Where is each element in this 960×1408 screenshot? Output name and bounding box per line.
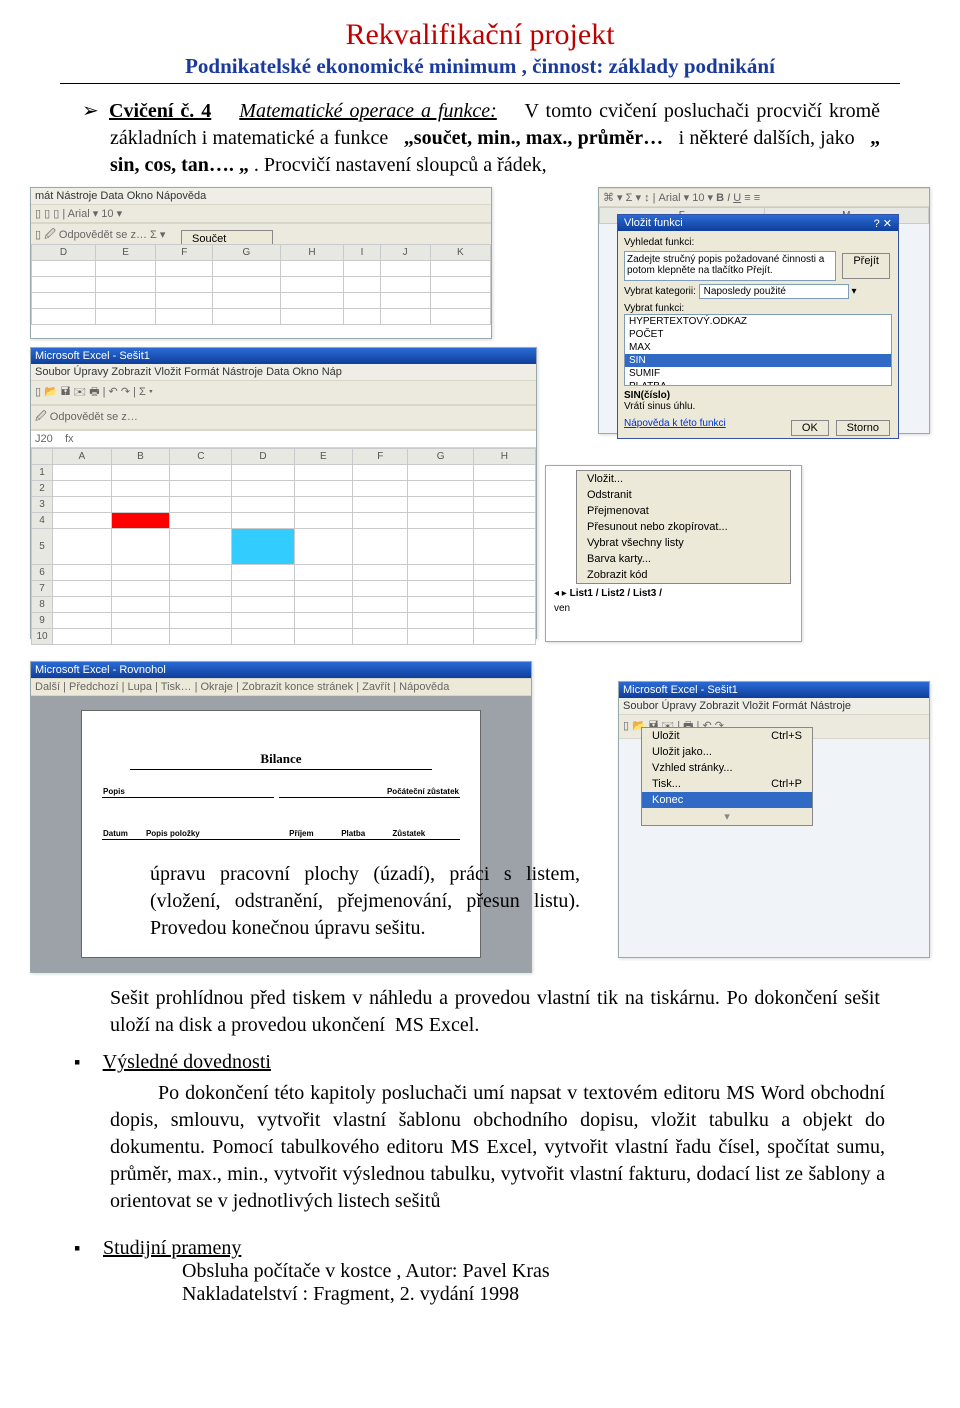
exercise-text3: . Procvičí nastavení sloupců a řádek, [254,154,547,176]
ref-line-2: Nakladatelství : Fragment, 2. vydání 199… [182,1283,890,1306]
toolbar: ▯ 📂 🖬 ✉ 🖶 | ↶ ↷ | Σ ▾ [31,380,536,405]
ctx-delete[interactable]: Odstranit [577,487,790,503]
help-icon[interactable]: ? ✕ [874,217,892,230]
divider [60,83,900,84]
exercise-paragraph: ➢ Cvičení č. 4 Matematické operace a fun… [110,98,880,179]
category-select[interactable]: Naposledy použité [699,284,849,299]
expand-icon[interactable]: ▾ [642,808,812,825]
paragraph-ops: úpravu pracovní plochy (úzadí), práci s … [150,861,580,942]
menu-saveas[interactable]: Uložit jako... [642,744,812,760]
menubar: mát Nástroje Data Okno Nápověda [31,188,491,204]
statusbar: ven [546,603,801,614]
tab-context-menu[interactable]: Vložit... Odstranit Přejmenovat Přesunou… [576,470,791,584]
window-title: Microsoft Excel - Rovnohol [31,662,531,678]
window-title: Microsoft Excel - Sešit1 [31,348,536,364]
fn-label: Vybrat funkci: [624,303,892,314]
paragraph-ops-cont: Sešit prohlídnou před tiskem v náhledu a… [110,985,880,1039]
menubar: Soubor Úpravy Zobrazit Vložit Formát Nás… [31,364,536,380]
menubar: Soubor Úpravy Zobrazit Vložit Formát Nás… [619,698,929,714]
ctx-move[interactable]: Přesunout nebo zkopírovat... [577,519,790,535]
file-menu-popup[interactable]: UložitCtrl+S Uložit jako... Vzhled strán… [641,727,813,826]
preview-toolbar: Další | Předchozí | Lupa | Tisk… | Okraj… [31,678,531,696]
square-bullet-icon: ▪ [74,1238,98,1259]
menu-save[interactable]: UložitCtrl+S [642,728,812,744]
exercise-text2: i některé dalších, jako [679,127,855,149]
dlg-search-label: Vyhledat funkci: [624,237,892,248]
category-label: Vybrat kategorii: [624,286,696,297]
screenshot-insert-function: ⌘ ▾ Σ ▾ ↕ | Arial ▾ 10 ▾ B I U ≡ ≡ FM Vl… [598,187,930,434]
screenshot-file-menu: Microsoft Excel - Sešit1 Soubor Úpravy Z… [618,681,930,958]
toolbar-2: 🖉 Odpovědět se z… [31,405,536,430]
dialog-title: Vložit funkci [624,217,683,229]
ctx-insert[interactable]: Vložit... [577,471,790,487]
insert-function-dialog[interactable]: Vložit funkci ? ✕ Vyhledat funkci: Zadejt… [617,214,899,439]
namebox[interactable]: J20 fx [31,430,536,448]
grid[interactable]: ABCD EFGH 1 2 3 4 5 6 7 8 9 10 [31,448,536,645]
screenshot-autosum-menu: mát Nástroje Data Okno Nápověda ▯ ▯ ▯ | … [30,187,492,339]
ctx-select-all[interactable]: Vybrat všechny listy [577,535,790,551]
screenshot-cluster-1: mát Nástroje Data Okno Nápověda ▯ ▯ ▯ | … [30,187,930,647]
fn-description: Vrátí sinus úhlu. [624,401,892,412]
toolbar: ▯ ▯ ▯ | Arial ▾ 10 ▾ [31,204,491,223]
menu-exit[interactable]: Konec [642,792,812,808]
menu-pagesetup[interactable]: Vzhled stránky... [642,760,812,776]
exercise-bold1: „součet, min., max., průměr… [404,127,663,149]
ctx-tab-color[interactable]: Barva karty... [577,551,790,567]
preview-heading: Bilance [130,751,432,770]
exercise-title: Matematické operace a funkce: [239,100,497,122]
results-text: Po dokončení této kapitoly posluchači um… [110,1080,885,1215]
function-list[interactable]: HYPERTEXTOVÝ.ODKAZPOČETMAX SIN SUMIFPLAT… [624,314,892,386]
exercise-label: Cvičení č. 4 [109,100,211,122]
screenshot-cluster-2: Microsoft Excel - Rovnohol Další | Předc… [30,661,930,981]
ctx-view-code[interactable]: Zobrazit kód [577,567,790,583]
ref-line-1: Obsluha počítače v kostce , Autor: Pavel… [182,1260,890,1283]
menu-print[interactable]: Tisk...Ctrl+P [642,776,812,792]
cancel-button[interactable]: Storno [836,420,890,436]
arrow-icon: ➢ [82,98,102,125]
doc-subtitle: Podnikatelské ekonomické minimum , činno… [0,54,960,79]
go-button[interactable]: Přejít [842,253,890,279]
sheet-tabs[interactable]: ◂ ▸ List1 / List2 / List3 / [546,584,801,603]
search-desc[interactable]: Zadejte stručný popis požadované činnost… [624,251,836,281]
window-title: Microsoft Excel - Sešit1 [619,682,929,698]
square-bullet-icon: ▪ [74,1052,98,1073]
grid: DEFG HIJK [31,244,491,338]
doc-title: Rekvalifikační projekt [0,18,960,52]
ctx-rename[interactable]: Přejmenovat [577,503,790,519]
toolbar: ⌘ ▾ Σ ▾ ↕ | Arial ▾ 10 ▾ B I U ≡ ≡ [599,188,929,207]
ok-button[interactable]: OK [791,420,829,436]
help-link[interactable]: Nápověda k této funkci [624,418,726,429]
fn-signature: SIN(číslo) [624,390,670,401]
refs-heading: Studijní prameny [103,1237,241,1259]
screenshot-tab-context: Vložit... Odstranit Přejmenovat Přesunou… [545,465,802,642]
screenshot-sheet: Microsoft Excel - Sešit1 Soubor Úpravy Z… [30,347,537,639]
results-heading: Výsledné dovednosti [103,1051,271,1073]
